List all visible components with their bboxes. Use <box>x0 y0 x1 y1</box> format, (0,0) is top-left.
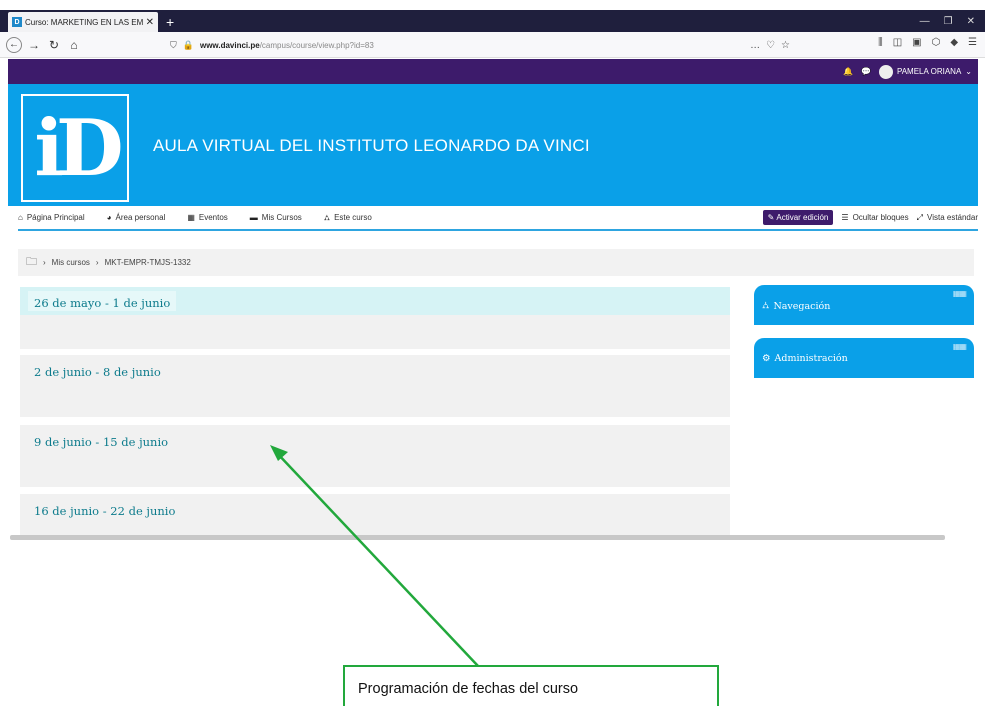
annotation-callout: Programación de fechas del curso <box>343 665 719 706</box>
arrow-head <box>270 445 288 461</box>
screenshot-stage: D Curso: MARKETING EN LAS EM ✕ + — ❐ ✕ ←… <box>0 0 985 706</box>
annotation-text: Programación de fechas del curso <box>358 681 579 697</box>
arrow-line <box>275 451 479 667</box>
annotation-arrow <box>270 445 479 667</box>
